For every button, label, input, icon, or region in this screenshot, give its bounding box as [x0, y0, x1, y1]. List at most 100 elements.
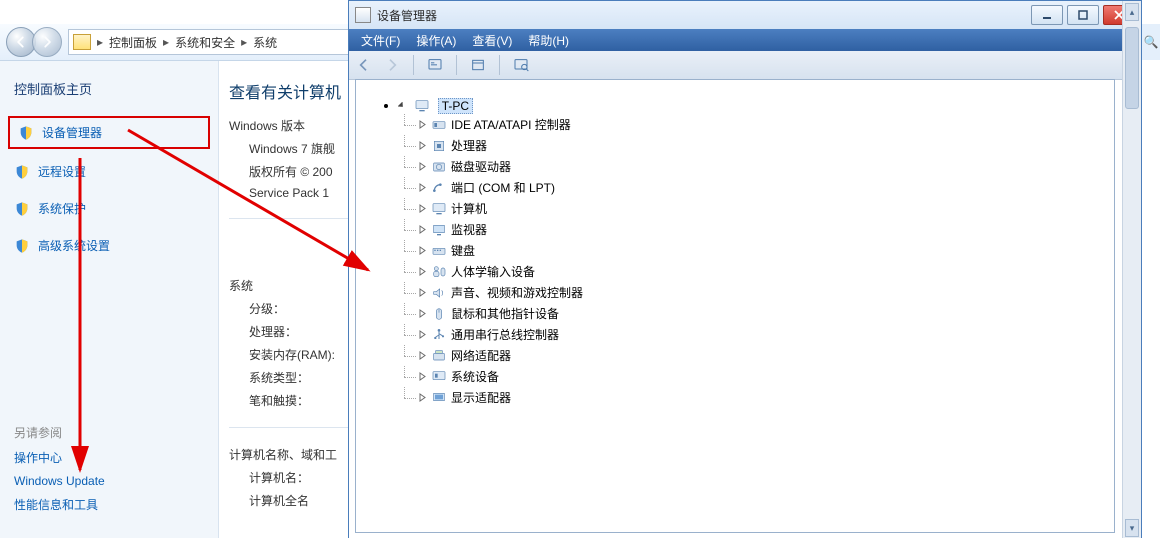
expand-icon[interactable]	[418, 393, 427, 402]
tree-node[interactable]: 系统设备	[418, 366, 1112, 387]
breadcrumb-sub1[interactable]: 系统和安全	[175, 34, 235, 51]
scroll-up-icon[interactable]: ▴	[1125, 3, 1139, 21]
shield-icon	[14, 201, 30, 217]
scroll-down-icon[interactable]: ▾	[1125, 519, 1139, 537]
hid-icon	[431, 264, 447, 280]
tree-root[interactable]: T-PC IDE ATA/ATAPI 控制器处理器磁盘驱动器端口 (COM 和 …	[398, 96, 1112, 410]
expand-icon[interactable]	[418, 267, 427, 276]
expand-icon[interactable]	[418, 183, 427, 192]
shield-icon	[18, 125, 34, 141]
tree-node[interactable]: IDE ATA/ATAPI 控制器	[418, 114, 1112, 135]
tree-node-label: 通用串行总线控制器	[451, 328, 559, 342]
tree-node-label: IDE ATA/ATAPI 控制器	[451, 118, 571, 132]
tree-node[interactable]: 端口 (COM 和 LPT)	[418, 177, 1112, 198]
tree-node[interactable]: 处理器	[418, 135, 1112, 156]
sound-icon	[431, 285, 447, 301]
tb-props-icon[interactable]	[469, 56, 487, 74]
menu-file[interactable]: 文件(F)	[355, 30, 406, 51]
tree-root-label: T-PC	[438, 98, 473, 114]
tree-node-label: 监视器	[451, 223, 487, 237]
disk-icon	[431, 159, 447, 175]
device-tree-pane[interactable]: T-PC IDE ATA/ATAPI 控制器处理器磁盘驱动器端口 (COM 和 …	[355, 79, 1115, 533]
breadcrumb-root[interactable]: 控制面板	[109, 34, 157, 51]
expand-icon[interactable]	[418, 288, 427, 297]
tree-node-label: 端口 (COM 和 LPT)	[451, 181, 555, 195]
tree-node-label: 处理器	[451, 139, 487, 153]
tb-back-icon[interactable]	[355, 56, 373, 74]
sidebar-item-sysprotect[interactable]: 系统保护	[14, 200, 204, 217]
tree-node[interactable]: 声音、视频和游戏控制器	[418, 282, 1112, 303]
control-panel-sidebar: 控制面板主页 设备管理器 远程设置 系统保护 高级系统设置	[0, 61, 219, 538]
sidebar-item-device-manager[interactable]: 设备管理器	[14, 122, 204, 143]
menu-view[interactable]: 查看(V)	[466, 30, 518, 51]
usb-icon	[431, 327, 447, 343]
device-manager-window: 设备管理器 文件(F) 操作(A) 查看(V) 帮助(H)	[348, 0, 1142, 538]
search-icon: 🔍	[1144, 35, 1159, 49]
vertical-scrollbar[interactable]: ▴ ▾	[1122, 1, 1141, 538]
expand-icon[interactable]	[418, 372, 427, 381]
see-also-perf-info[interactable]: 性能信息和工具	[14, 496, 204, 513]
tb-scan-icon[interactable]	[426, 56, 444, 74]
expand-icon[interactable]	[418, 204, 427, 213]
see-also-action-center[interactable]: 操作中心	[14, 449, 204, 466]
tree-node[interactable]: 键盘	[418, 240, 1112, 261]
expand-icon[interactable]	[418, 330, 427, 339]
device-manager-toolbar	[349, 51, 1141, 80]
tree-node-label: 显示适配器	[451, 391, 511, 405]
tree-node-label: 计算机	[451, 202, 487, 216]
sidebar-title: 控制面板主页	[14, 79, 204, 98]
tree-node-label: 声音、视频和游戏控制器	[451, 286, 583, 300]
device-manager-titlebar[interactable]: 设备管理器	[349, 1, 1141, 29]
sidebar-item-label: 系统保护	[38, 200, 86, 217]
sidebar-item-label: 高级系统设置	[38, 237, 110, 254]
tree-node-label: 系统设备	[451, 370, 499, 384]
window-title: 设备管理器	[377, 7, 437, 24]
see-also-title: 另请参阅	[14, 424, 204, 441]
tree-node[interactable]: 鼠标和其他指针设备	[418, 303, 1112, 324]
ide-icon	[431, 117, 447, 133]
tree-node[interactable]: 通用串行总线控制器	[418, 324, 1112, 345]
shield-icon	[14, 164, 30, 180]
maximize-button[interactable]	[1067, 5, 1099, 25]
sidebar-item-advanced[interactable]: 高级系统设置	[14, 237, 204, 254]
collapse-icon[interactable]	[398, 102, 407, 111]
cpu-icon	[431, 138, 447, 154]
expand-icon[interactable]	[418, 162, 427, 171]
expand-icon[interactable]	[418, 120, 427, 129]
expand-icon[interactable]	[418, 246, 427, 255]
expand-icon[interactable]	[418, 351, 427, 360]
expand-icon[interactable]	[418, 225, 427, 234]
shield-icon	[14, 238, 30, 254]
see-also-windows-update[interactable]: Windows Update	[14, 474, 204, 488]
menu-help[interactable]: 帮助(H)	[522, 30, 575, 51]
sidebar-item-label: 远程设置	[38, 163, 86, 180]
computer-icon	[414, 98, 430, 114]
mouse-icon	[431, 306, 447, 322]
folder-icon	[73, 34, 91, 50]
minimize-button[interactable]	[1031, 5, 1063, 25]
tree-node[interactable]: 显示适配器	[418, 387, 1112, 408]
nav-fwd-button[interactable]	[32, 27, 62, 57]
tree-node-label: 键盘	[451, 244, 475, 258]
tree-node-label: 人体学输入设备	[451, 265, 535, 279]
device-manager-menubar: 文件(F) 操作(A) 查看(V) 帮助(H)	[349, 29, 1141, 51]
breadcrumb-sub2[interactable]: 系统	[253, 34, 277, 51]
tree-node[interactable]: 计算机	[418, 198, 1112, 219]
monitor-icon	[431, 222, 447, 238]
port-icon	[431, 180, 447, 196]
menu-action[interactable]: 操作(A)	[410, 30, 462, 51]
expand-icon[interactable]	[418, 141, 427, 150]
tree-node[interactable]: 磁盘驱动器	[418, 156, 1112, 177]
tree-node[interactable]: 网络适配器	[418, 345, 1112, 366]
tree-node[interactable]: 监视器	[418, 219, 1112, 240]
device-manager-icon	[355, 7, 371, 23]
expand-icon[interactable]	[418, 309, 427, 318]
tree-node[interactable]: 人体学输入设备	[418, 261, 1112, 282]
tb-help-icon[interactable]	[512, 56, 530, 74]
computer-icon	[431, 201, 447, 217]
net-icon	[431, 348, 447, 364]
tb-fwd-icon[interactable]	[383, 56, 401, 74]
sidebar-item-remote[interactable]: 远程设置	[14, 163, 204, 180]
scroll-thumb[interactable]	[1125, 27, 1139, 109]
keyboard-icon	[431, 243, 447, 259]
